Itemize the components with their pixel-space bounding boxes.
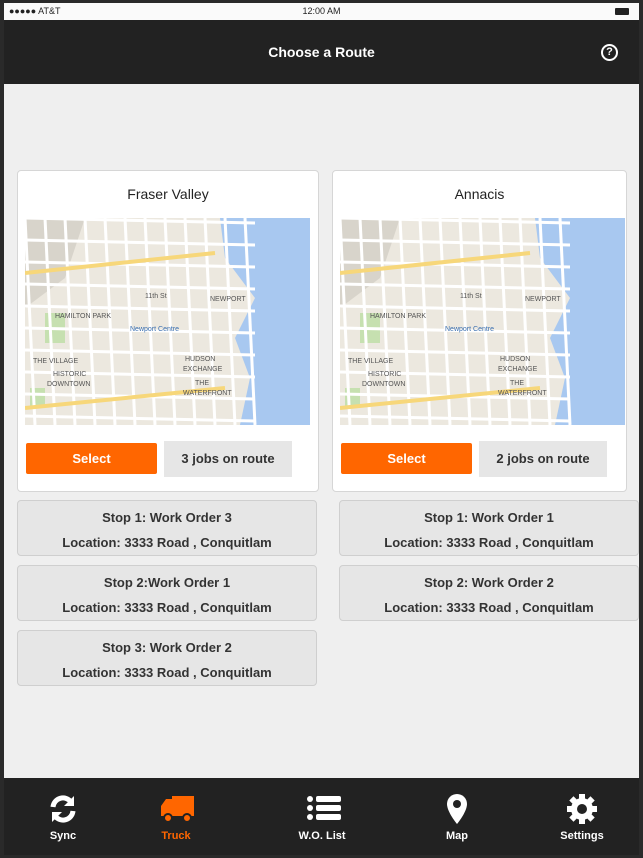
svg-text:EXCHANGE: EXCHANGE [498, 366, 538, 373]
battery-icon [615, 8, 629, 15]
stop-location: Location: 3333 Road , Conquitlam [384, 600, 594, 615]
help-icon[interactable]: ? [601, 44, 618, 61]
svg-text:HAMILTON PARK: HAMILTON PARK [370, 313, 426, 320]
route-map[interactable]: 11th St NEWPORT HAMILTON PARK Newport Cent… [340, 218, 625, 425]
stop-title: Stop 2:Work Order 1 [103, 575, 231, 590]
svg-text:DOWNTOWN: DOWNTOWN [47, 381, 90, 388]
tab-map[interactable]: Map [412, 778, 502, 855]
stop-title: Stop 1: Work Order 1 [424, 510, 554, 525]
svg-text:Newport Centre: Newport Centre [445, 326, 494, 333]
svg-text:NEWPORT: NEWPORT [210, 296, 246, 303]
svg-text:HUDSON: HUDSON [185, 356, 215, 363]
truck-icon [161, 796, 194, 823]
stop-location: Location: 3333 Road , Conquitlam [384, 535, 594, 550]
svg-text:DOWNTOWN: DOWNTOWN [362, 381, 405, 388]
status-bar: ●●●●● AT&T 12:00 AM [4, 3, 639, 20]
tab-label: Settings [560, 830, 604, 842]
svg-text:HAMILTON PARK: HAMILTON PARK [55, 313, 111, 320]
svg-text:THE: THE [510, 380, 524, 387]
route-name: Annacis [454, 186, 505, 202]
tab-label: Sync [49, 830, 77, 842]
tab-sync[interactable]: Sync [18, 778, 108, 855]
svg-text:WATERFRONT: WATERFRONT [183, 390, 232, 397]
stop-location: Location: 3333 Road , Conquitlam [62, 665, 272, 680]
svg-text:Newport Centre: Newport Centre [130, 326, 179, 333]
svg-text:EXCHANGE: EXCHANGE [183, 366, 223, 373]
tab-label: Map [446, 830, 468, 842]
tab-label: W.O. List [298, 830, 346, 842]
stop-item[interactable]: Stop 3: Work Order 2 Location: 3333 Road… [17, 630, 317, 686]
stop-title: Stop 1: Work Order 3 [102, 510, 232, 525]
stop-title: Stop 2: Work Order 2 [424, 575, 554, 590]
stop-item[interactable]: Stop 1: Work Order 1 Location: 3333 Road… [339, 500, 639, 556]
stop-item[interactable]: Stop 2:Work Order 1 Location: 3333 Road … [17, 565, 317, 621]
svg-text:NEWPORT: NEWPORT [525, 296, 561, 303]
svg-text:HISTORIC: HISTORIC [368, 371, 401, 378]
select-route-button[interactable]: Select [26, 443, 157, 474]
map-label: 11th St [145, 293, 167, 300]
select-route-button[interactable]: Select [341, 443, 472, 474]
app-frame: ●●●●● AT&T 12:00 AM Choose a Route ? Fra… [4, 3, 639, 855]
clock: 12:00 AM [302, 6, 341, 16]
tab-wo-list[interactable]: W.O. List [277, 778, 367, 855]
tab-label: Truck [161, 830, 191, 842]
stop-location: Location: 3333 Road , Conquitlam [62, 535, 272, 550]
stop-item[interactable]: Stop 2: Work Order 2 Location: 3333 Road… [339, 565, 639, 621]
stop-title: Stop 3: Work Order 2 [102, 640, 232, 655]
svg-text:HISTORIC: HISTORIC [53, 371, 86, 378]
svg-text:HUDSON: HUDSON [500, 356, 530, 363]
svg-text:THE: THE [195, 380, 209, 387]
list-icon [307, 796, 341, 820]
route-name: Fraser Valley [127, 186, 209, 202]
svg-text:WATERFRONT: WATERFRONT [498, 390, 547, 397]
sync-icon [50, 795, 76, 823]
map-pin-icon [447, 794, 467, 824]
jobs-count: 2 jobs on route [479, 441, 607, 477]
tab-truck[interactable]: Truck [131, 778, 221, 855]
route-card-fraser-valley: Fraser Valley 11th St NEWPORT HAMILTON PA… [17, 170, 319, 492]
route-card-annacis: Annacis 11th St NEWPORT HAMILTON PARK Newp… [332, 170, 627, 492]
gear-icon [567, 794, 597, 824]
svg-text:THE VILLAGE: THE VILLAGE [33, 358, 78, 365]
tab-bar: Sync Truck W.O. List Map Settings [4, 778, 639, 855]
tab-settings[interactable]: Settings [537, 778, 627, 855]
page-title: Choose a Route [268, 44, 375, 60]
stop-item[interactable]: Stop 1: Work Order 3 Location: 3333 Road… [17, 500, 317, 556]
map-label: 11th St [460, 293, 482, 300]
jobs-count: 3 jobs on route [164, 441, 292, 477]
nav-header: Choose a Route ? [4, 20, 639, 84]
svg-text:THE VILLAGE: THE VILLAGE [348, 358, 393, 365]
stop-location: Location: 3333 Road , Conquitlam [62, 600, 272, 615]
route-map[interactable]: 11th St NEWPORT HAMILTON PARK Newport Cent… [25, 218, 310, 425]
